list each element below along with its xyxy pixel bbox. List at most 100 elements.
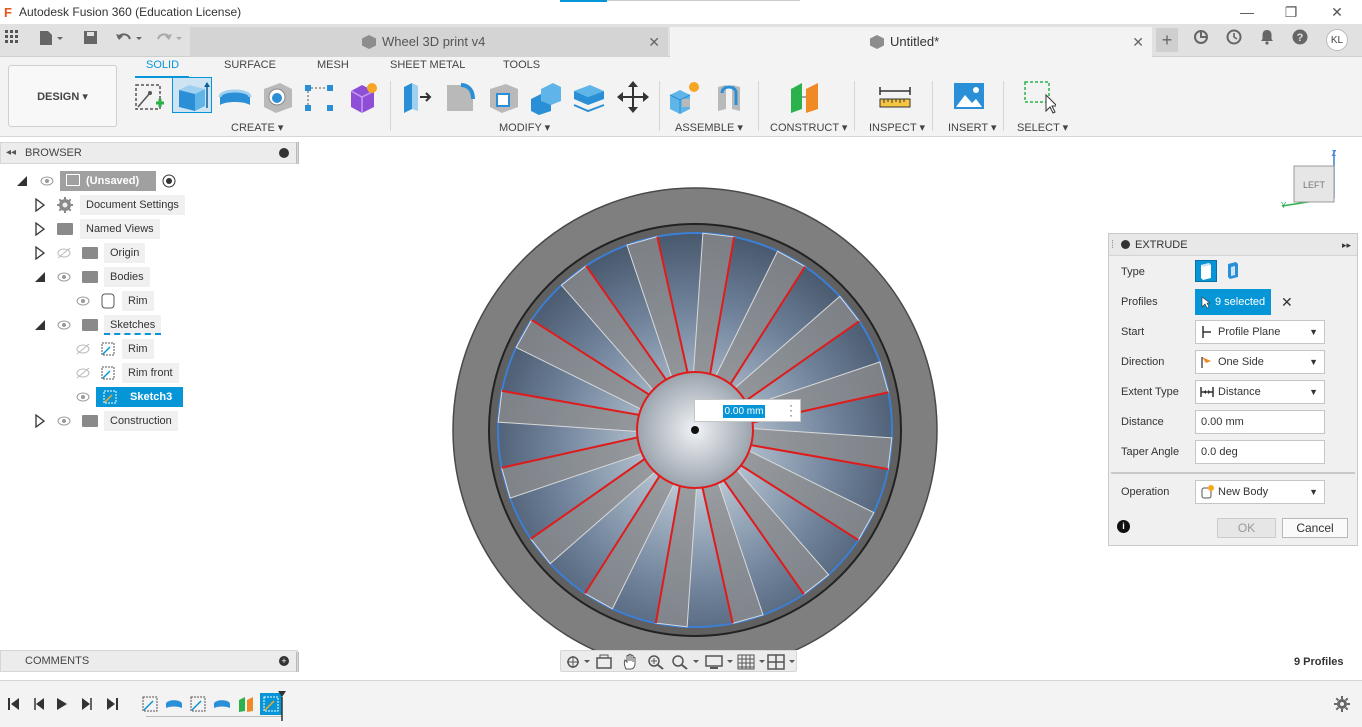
- comments-panel[interactable]: COMMENTS +: [0, 650, 298, 672]
- ok-button[interactable]: OK: [1217, 518, 1276, 538]
- select-menu[interactable]: SELECT ▾: [1017, 121, 1068, 134]
- press-pull-icon[interactable]: [400, 79, 434, 115]
- timeline-plane-icon[interactable]: [237, 695, 255, 713]
- window-select-icon[interactable]: [1022, 79, 1059, 115]
- tree-item-sketch-rim-front[interactable]: Rim front: [0, 363, 300, 383]
- offset-plane-icon[interactable]: [788, 79, 822, 115]
- timeline-sketch-icon[interactable]: [141, 695, 159, 713]
- tab-untitled[interactable]: Untitled* ✕: [670, 27, 1152, 57]
- info-icon[interactable]: i: [1117, 520, 1130, 533]
- create-form-icon[interactable]: [346, 79, 380, 115]
- timeline-revolve-icon[interactable]: [165, 695, 183, 713]
- close-tab-icon[interactable]: ✕: [648, 27, 660, 57]
- timeline-marker[interactable]: [278, 691, 286, 721]
- distance-input[interactable]: 0.00 mm: [723, 405, 765, 418]
- timeline-revolve-icon[interactable]: [213, 695, 231, 713]
- browser-resize-handle[interactable]: [296, 142, 299, 164]
- grid-settings-icon[interactable]: [737, 654, 767, 670]
- job-status-icon[interactable]: [1223, 29, 1245, 51]
- tree-item-construction[interactable]: Construction: [0, 411, 300, 431]
- collapsed-triangle-icon[interactable]: [35, 198, 45, 212]
- minimize-button[interactable]: —: [1237, 3, 1257, 21]
- viewcube[interactable]: LEFT Z Y: [1278, 148, 1340, 210]
- pan-hand-icon[interactable]: [621, 653, 639, 671]
- tree-item-bodies[interactable]: Bodies: [0, 267, 300, 287]
- clear-selection-icon[interactable]: ✕: [1281, 294, 1293, 311]
- visibility-eye-icon[interactable]: [40, 175, 54, 187]
- redo-icon[interactable]: [152, 30, 186, 50]
- joint-icon[interactable]: [712, 79, 746, 115]
- revolve-tool-icon[interactable]: [218, 79, 252, 115]
- hole-tool-icon[interactable]: [260, 79, 294, 115]
- direction-select[interactable]: One Side ▼: [1195, 350, 1325, 374]
- fillet-icon[interactable]: [443, 79, 477, 115]
- drag-handle-icon[interactable]: ⁞: [1111, 234, 1114, 256]
- pattern-tool-icon[interactable]: [302, 79, 336, 115]
- zoom-icon[interactable]: [647, 654, 665, 670]
- expand-dialog-icon[interactable]: ▸▸: [1342, 234, 1351, 256]
- step-back-icon[interactable]: [32, 697, 46, 711]
- visibility-eye-icon[interactable]: [57, 271, 71, 283]
- play-icon[interactable]: [56, 697, 68, 711]
- tab-wheel-3d-print[interactable]: Wheel 3D print v4 ✕: [190, 27, 668, 57]
- insert-menu[interactable]: INSERT ▾: [948, 121, 997, 134]
- comments-resize-handle[interactable]: [296, 652, 299, 672]
- collapsed-triangle-icon[interactable]: [35, 414, 45, 428]
- undo-icon[interactable]: [112, 30, 146, 50]
- tab-surface[interactable]: SURFACE: [224, 59, 276, 71]
- taper-angle-field[interactable]: 0.0 deg: [1195, 440, 1325, 464]
- save-icon[interactable]: [80, 30, 100, 50]
- tab-sheet-metal[interactable]: SHEET METAL: [390, 59, 465, 71]
- close-tab-icon[interactable]: ✕: [1132, 27, 1144, 57]
- cancel-button[interactable]: Cancel: [1282, 518, 1348, 538]
- create-menu[interactable]: CREATE ▾: [231, 121, 283, 134]
- tab-mesh[interactable]: MESH: [317, 59, 349, 71]
- hidden-eye-icon[interactable]: [76, 367, 90, 379]
- new-tab-button[interactable]: +: [1156, 28, 1178, 52]
- distance-field[interactable]: 0.00 mm: [1195, 410, 1325, 434]
- help-icon[interactable]: ?: [1289, 29, 1311, 51]
- start-select[interactable]: Profile Plane ▼: [1195, 320, 1325, 344]
- step-forward-icon[interactable]: [80, 697, 94, 711]
- orbit-icon[interactable]: [565, 654, 591, 670]
- distance-manipulator[interactable]: 0.00 mm · · ·: [694, 399, 801, 422]
- viewports-icon[interactable]: [767, 654, 797, 670]
- offset-face-icon[interactable]: [572, 79, 606, 115]
- tree-item-named-views[interactable]: Named Views: [0, 219, 300, 239]
- extent-type-select[interactable]: Distance ▼: [1195, 380, 1325, 404]
- more-options-icon[interactable]: · · ·: [789, 399, 793, 421]
- type-solid-button[interactable]: [1195, 260, 1217, 282]
- visibility-eye-icon[interactable]: [76, 391, 90, 403]
- collapse-dialog-icon[interactable]: [1121, 240, 1130, 249]
- activate-radio-icon[interactable]: [162, 174, 176, 188]
- add-comment-icon[interactable]: +: [279, 656, 289, 666]
- tree-item-sketch-rim[interactable]: Rim: [0, 339, 300, 359]
- file-menu-icon[interactable]: [36, 30, 66, 50]
- measure-icon[interactable]: [878, 79, 912, 115]
- visibility-eye-icon[interactable]: [57, 319, 71, 331]
- new-component-icon[interactable]: [668, 79, 702, 115]
- notifications-bell-icon[interactable]: [1256, 29, 1278, 51]
- tab-tools[interactable]: TOOLS: [503, 59, 540, 71]
- tree-item-body-rim[interactable]: Rim: [0, 291, 300, 311]
- inspect-menu[interactable]: INSPECT ▾: [869, 121, 925, 134]
- create-sketch-icon[interactable]: [132, 79, 166, 115]
- display-settings-icon[interactable]: [705, 654, 735, 670]
- type-thin-button[interactable]: [1223, 260, 1245, 282]
- fit-zoom-icon[interactable]: [671, 654, 701, 670]
- tree-item-origin[interactable]: Origin: [0, 243, 300, 263]
- close-window-button[interactable]: ✕: [1327, 3, 1347, 21]
- assemble-menu[interactable]: ASSEMBLE ▾: [675, 121, 743, 134]
- collapsed-triangle-icon[interactable]: [35, 222, 45, 236]
- tree-item-document-settings[interactable]: Document Settings: [0, 195, 300, 215]
- workspace-switcher[interactable]: DESIGN ▾: [8, 65, 117, 127]
- hidden-eye-icon[interactable]: [57, 247, 71, 259]
- hidden-eye-icon[interactable]: [76, 343, 90, 355]
- expanded-triangle-icon[interactable]: [17, 174, 27, 188]
- extrude-tool-icon[interactable]: [172, 77, 212, 113]
- profiles-selection[interactable]: 9 selected: [1195, 289, 1271, 315]
- browser-options-icon[interactable]: [279, 148, 289, 158]
- timeline-sketch-icon[interactable]: [189, 695, 207, 713]
- visibility-eye-icon[interactable]: [76, 295, 90, 307]
- collapsed-triangle-icon[interactable]: [35, 246, 45, 260]
